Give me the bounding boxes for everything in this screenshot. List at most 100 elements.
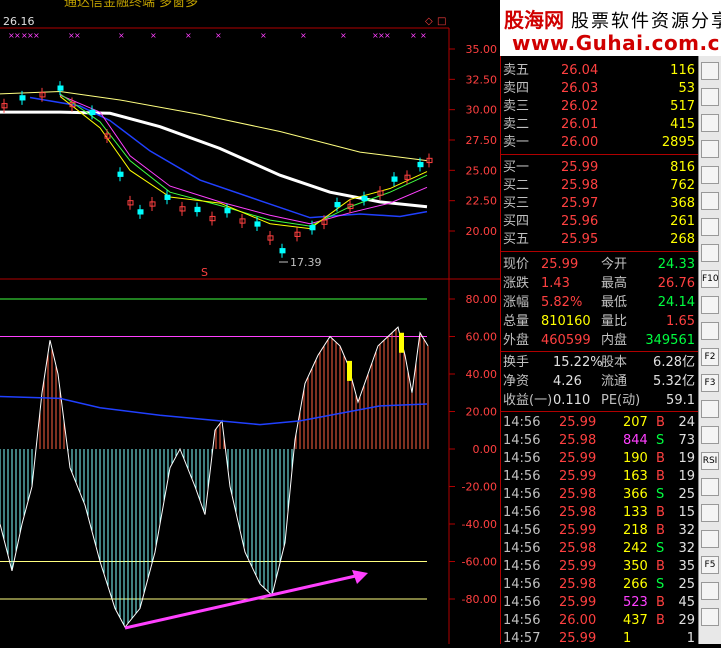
- tick-side: B: [656, 415, 665, 430]
- toolbar-button[interactable]: F2: [701, 348, 719, 366]
- toolbar-button[interactable]: F3: [701, 374, 719, 392]
- tick-time: 14:56: [503, 451, 541, 466]
- marker-x: ×: [260, 31, 267, 40]
- toolbar-button[interactable]: [701, 608, 719, 626]
- stat-label: 涨幅: [503, 295, 530, 310]
- toolbar-button[interactable]: [701, 62, 719, 80]
- stat-label: 外盘: [503, 333, 530, 348]
- toolbar-button[interactable]: [701, 530, 719, 548]
- toolbar-button[interactable]: [701, 218, 719, 236]
- price-tick-label: 25.00: [466, 164, 498, 177]
- tick-volume: 242: [623, 541, 648, 556]
- ask-label: 卖二: [503, 117, 530, 132]
- tick-row: 14:56 26.00 437 B 29: [501, 612, 699, 630]
- tick-side: B: [656, 469, 665, 484]
- tick-count: 35: [678, 559, 695, 574]
- stat-value: 15.22%: [553, 355, 603, 370]
- tick-count: 29: [678, 613, 695, 628]
- tick-price: 25.99: [559, 469, 597, 484]
- stat-label: 股本: [601, 355, 628, 370]
- toolbar-button[interactable]: [701, 322, 719, 340]
- ma-white: [0, 110, 428, 209]
- tick-time: 14:56: [503, 523, 541, 538]
- tick-row: 14:56 25.98 844 S 73: [501, 432, 699, 450]
- toolbar-button[interactable]: [701, 478, 719, 496]
- toolbar-button[interactable]: [701, 88, 719, 106]
- bid-label: 买三: [503, 196, 530, 211]
- candle: [137, 209, 144, 215]
- tick-volume: 266: [623, 577, 648, 592]
- tick-price: 25.99: [559, 523, 597, 538]
- tick-price: 25.99: [559, 415, 597, 430]
- side-toolbar: F10 F2 F3 RSI F5: [698, 56, 721, 644]
- tick-row: 14:56 25.99 207 B 24: [501, 414, 699, 432]
- tick-volume: 218: [623, 523, 648, 538]
- ask-volume: 517: [670, 99, 695, 114]
- toolbar-button[interactable]: [701, 504, 719, 522]
- tick-price: 25.98: [559, 541, 597, 556]
- toolbar-button[interactable]: [701, 582, 719, 600]
- toolbar-button[interactable]: F10: [701, 270, 719, 288]
- toolbar-button[interactable]: [701, 114, 719, 132]
- tick-row: 14:56 25.99 523 B 45: [501, 594, 699, 612]
- stat-row: 涨幅 5.82% 最低 24.14: [501, 294, 699, 312]
- stat-label: 最高: [601, 276, 628, 291]
- toolbar-button[interactable]: [701, 244, 719, 262]
- separator: [501, 154, 699, 155]
- ask-label: 卖四: [503, 81, 530, 96]
- candle: [309, 225, 316, 231]
- stat-value: 59.1: [666, 393, 695, 408]
- ind-tick-label: 80.00: [466, 293, 498, 306]
- candle: [254, 221, 261, 227]
- stat-row: 收益(一) 0.110 PE(动) 59.1: [501, 392, 699, 410]
- tick-volume: 523: [623, 595, 648, 610]
- tick-row: 14:56 25.99 218 B 32: [501, 522, 699, 540]
- bid-volume: 261: [670, 214, 695, 229]
- tick-volume: 366: [623, 487, 648, 502]
- stat-label: 内盘: [601, 333, 628, 348]
- toolbar-button[interactable]: [701, 166, 719, 184]
- bid-label: 买四: [503, 214, 530, 229]
- tick-volume: 207: [623, 415, 648, 430]
- stat-row: 现价 25.99 今开 24.33: [501, 256, 699, 274]
- ask-volume: 415: [670, 117, 695, 132]
- candle: [417, 161, 424, 168]
- toolbar-button[interactable]: RSI: [701, 452, 719, 470]
- marker-x: ×: [185, 31, 192, 40]
- stat-value: 460599: [541, 333, 591, 348]
- divergence-arrow: [124, 573, 361, 630]
- toolbar-button[interactable]: [701, 426, 719, 444]
- ask-label: 卖一: [503, 135, 530, 150]
- tick-count: 32: [678, 541, 695, 556]
- toolbar-button[interactable]: [701, 192, 719, 210]
- tick-side: B: [656, 595, 665, 610]
- toolbar-button[interactable]: [701, 400, 719, 418]
- tick-row: 14:56 25.98 242 S 32: [501, 540, 699, 558]
- ind-tick-label: -20.00: [462, 481, 497, 494]
- candle: [224, 208, 231, 214]
- tick-row: 14:56 25.99 350 B 35: [501, 558, 699, 576]
- kline-chart[interactable]: 26.16通达信金融终端 多窗多× × × × × × × × × × × × × × × × × × ×◇ □35.…: [0, 0, 500, 644]
- tick-price: 25.98: [559, 577, 597, 592]
- chart-area[interactable]: 26.16 通达信金融终端 多窗多 × × × × × × × × × × × × × × × × × × × ◇ □ 35.…: [0, 0, 500, 644]
- bid-price: 25.95: [561, 232, 599, 247]
- candle: [164, 194, 171, 200]
- tick-count: 24: [678, 415, 695, 430]
- bid-price: 25.96: [561, 214, 599, 229]
- tick-side: B: [656, 559, 665, 574]
- bid-row: 买二 25.98 762: [501, 177, 699, 195]
- marker-x: ×: [215, 31, 222, 40]
- ask-row: 卖二 26.01 415: [501, 116, 699, 134]
- ask-price: 26.02: [561, 99, 599, 114]
- tick-volume: 163: [623, 469, 648, 484]
- tick-count: 19: [678, 469, 695, 484]
- toolbar-button[interactable]: F5: [701, 556, 719, 574]
- marker-x: ×: [33, 31, 40, 40]
- ind-tick-label: 60.00: [466, 331, 498, 344]
- stat-label: 净资: [503, 374, 530, 389]
- marker-x: ×: [74, 31, 81, 40]
- toolbar-button[interactable]: [701, 140, 719, 158]
- tick-time: 14:56: [503, 433, 541, 448]
- candle: [117, 171, 124, 177]
- toolbar-button[interactable]: [701, 296, 719, 314]
